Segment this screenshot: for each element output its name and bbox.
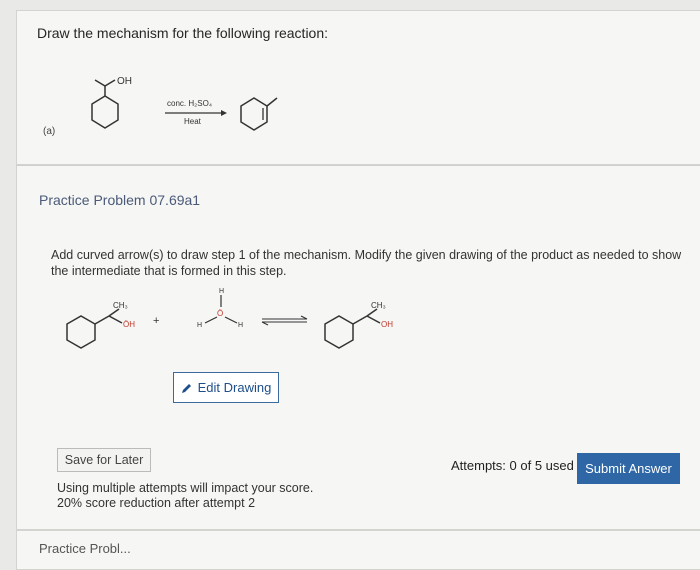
plus-sign: + <box>153 315 159 327</box>
pencil-icon <box>181 383 191 393</box>
edit-drawing-label: Edit Drawing <box>197 380 272 395</box>
right-bond <box>366 315 381 324</box>
left-oh-label: ÖH <box>123 320 135 329</box>
reactant-ring <box>91 95 119 129</box>
question-prompt: Draw the mechanism for the following rea… <box>37 25 329 41</box>
left-ring <box>66 315 96 349</box>
water-oxygen: Ö <box>217 309 223 318</box>
right-ring <box>324 315 354 349</box>
practice-card: Practice Problem 07.69a1 Add curved arro… <box>16 165 700 530</box>
question-card: Draw the mechanism for the following rea… <box>16 10 700 165</box>
next-practice-title: Practice Probl... <box>39 541 131 556</box>
instruction-text: Add curved arrow(s) to draw step 1 of th… <box>51 248 682 278</box>
score-reduction-note: 20% score reduction after attempt 2 <box>57 496 256 510</box>
practice-title: Practice Problem 07.69a1 <box>39 192 201 208</box>
right-bond <box>352 315 368 325</box>
left-methyl-label: CH₃ <box>113 301 128 310</box>
left-bond <box>94 315 110 325</box>
submit-answer-button[interactable]: Submit Answer <box>577 453 680 484</box>
water-h-top: H <box>219 288 224 295</box>
reagent-label: conc. H₂SO₄ <box>167 99 212 108</box>
edit-drawing-button[interactable]: Edit Drawing <box>173 372 279 403</box>
reactant-bond <box>104 79 116 87</box>
right-oh-label: OH <box>381 320 393 329</box>
attempt-note: Using multiple attempts will impact your… <box>57 481 314 495</box>
left-bond <box>108 315 123 324</box>
reaction-scheme: (a) OH conc. H₂SO₄ Heat <box>43 76 278 137</box>
attempts-counter: Attempts: 0 of 5 used <box>451 458 574 473</box>
reaction-arrowhead <box>221 110 227 116</box>
save-for-later-button[interactable]: Save for Later <box>57 448 151 472</box>
water-h-left: H <box>197 322 202 329</box>
left-bond <box>108 308 120 317</box>
heat-label: Heat <box>184 117 202 126</box>
right-bond <box>366 308 378 317</box>
reactant-oh-label: OH <box>117 76 132 87</box>
water-bond <box>204 316 218 324</box>
water-h-right: H <box>238 322 243 329</box>
water-bond <box>224 316 238 324</box>
next-practice-card: Practice Probl... <box>16 530 700 570</box>
part-label: (a) <box>43 126 55 137</box>
product-methyl-bond <box>266 97 278 107</box>
mechanism-canvas[interactable]: CH₃ ÖH + H Ö H H CH₃ OH <box>47 279 467 369</box>
right-methyl-label: CH₃ <box>371 301 386 310</box>
reactant-bond <box>94 79 106 87</box>
